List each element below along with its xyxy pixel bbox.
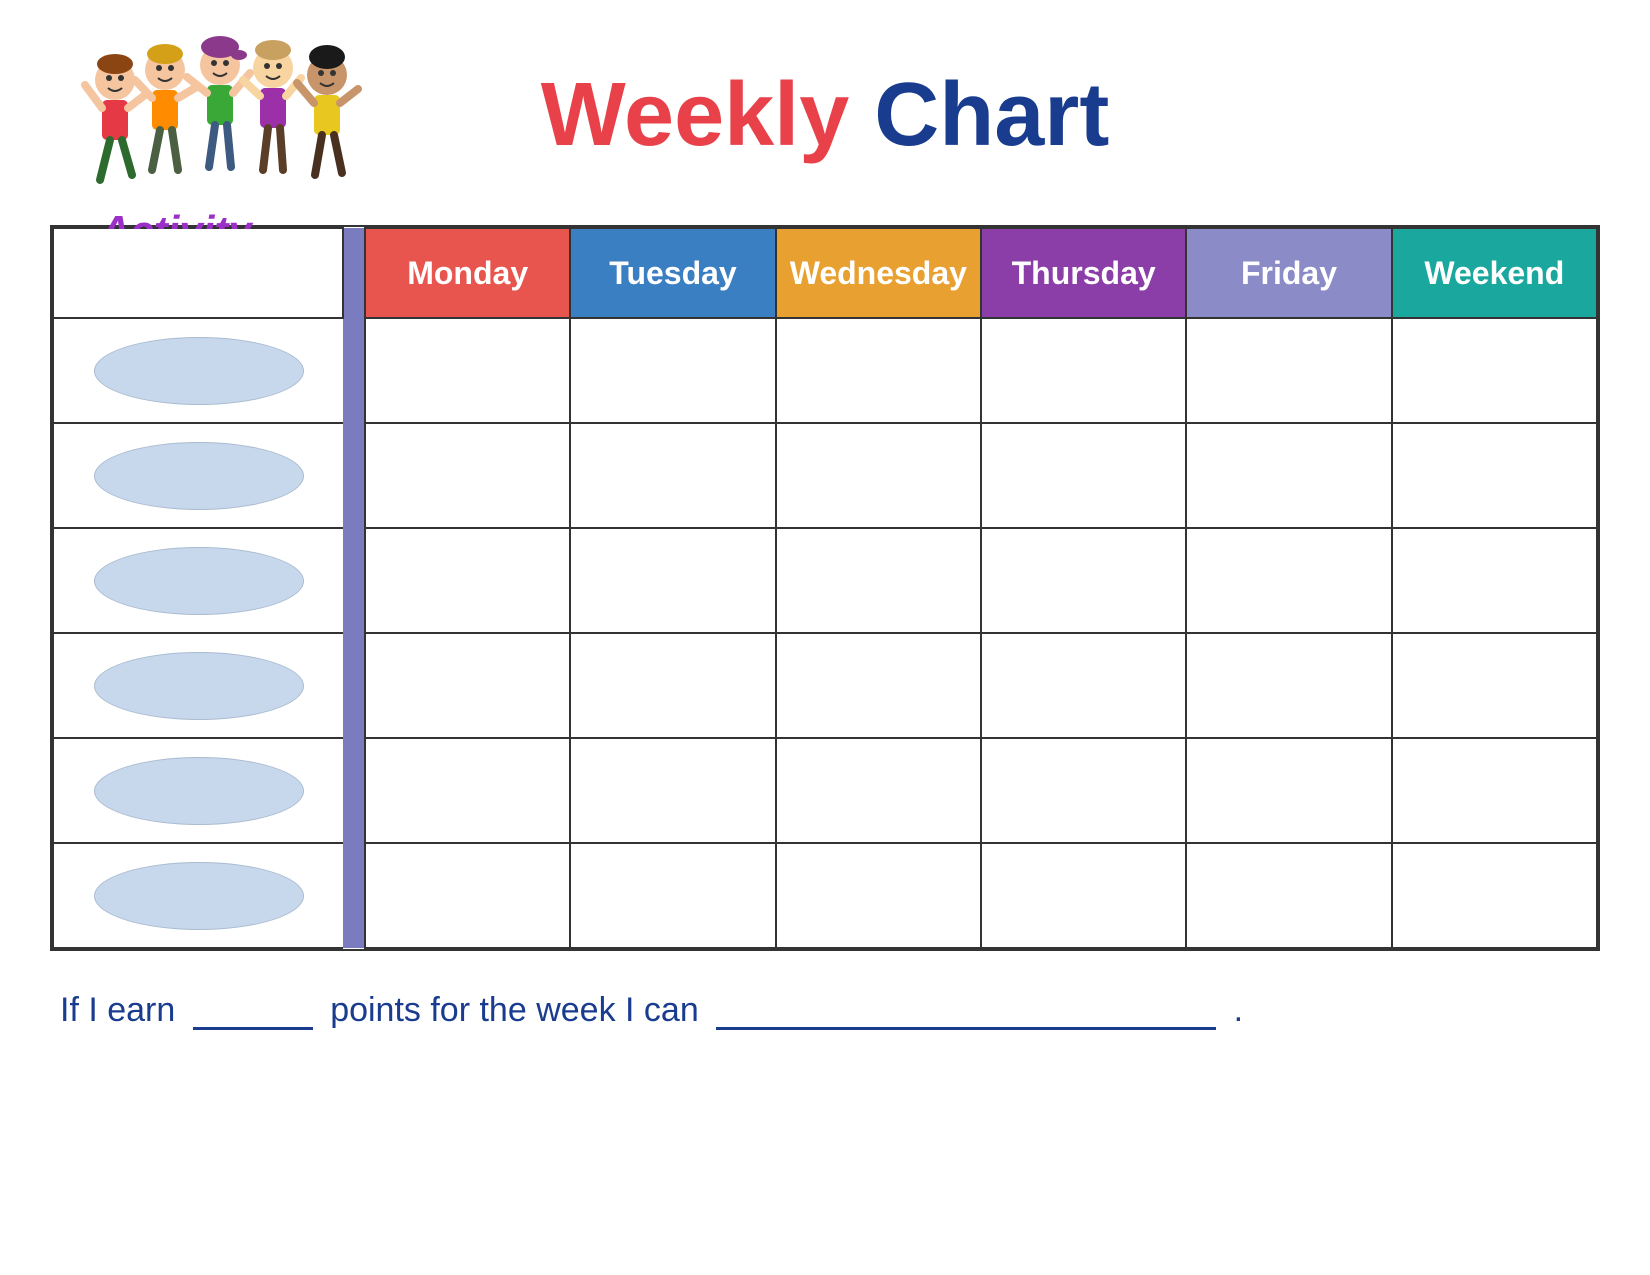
col-divider-header bbox=[343, 228, 365, 318]
monday-cell-1 bbox=[365, 318, 570, 423]
thursday-cell-3 bbox=[981, 528, 1186, 633]
col-activity-header bbox=[53, 228, 343, 318]
header-row: Monday Tuesday Wednesday Thursday Friday… bbox=[53, 228, 1597, 318]
divider-cell-5 bbox=[343, 738, 365, 843]
activity-cell-2 bbox=[53, 423, 343, 528]
friday-cell-5 bbox=[1186, 738, 1391, 843]
weekend-cell-1 bbox=[1392, 318, 1597, 423]
friday-cell-2 bbox=[1186, 423, 1391, 528]
divider-cell-4 bbox=[343, 633, 365, 738]
reward-blank[interactable] bbox=[716, 1027, 1216, 1030]
monday-cell-3 bbox=[365, 528, 570, 633]
page: Weekly Chart Activity Monday Tuesday Wed… bbox=[0, 0, 1650, 1275]
col-wednesday-header: Wednesday bbox=[776, 228, 981, 318]
divider-cell-1 bbox=[343, 318, 365, 423]
wednesday-cell-4 bbox=[776, 633, 981, 738]
title-chart: Chart bbox=[874, 65, 1109, 165]
table-row bbox=[53, 423, 1597, 528]
thursday-cell-5 bbox=[981, 738, 1186, 843]
table-row bbox=[53, 318, 1597, 423]
weekend-cell-3 bbox=[1392, 528, 1597, 633]
divider-cell-3 bbox=[343, 528, 365, 633]
bottom-text: If I earn points for the week I can . bbox=[50, 991, 1600, 1030]
tuesday-cell-3 bbox=[570, 528, 775, 633]
col-tuesday-header: Tuesday bbox=[570, 228, 775, 318]
monday-cell-2 bbox=[365, 423, 570, 528]
col-monday-header: Monday bbox=[365, 228, 570, 318]
bottom-text-period: . bbox=[1234, 991, 1243, 1029]
friday-cell-3 bbox=[1186, 528, 1391, 633]
tuesday-cell-4 bbox=[570, 633, 775, 738]
monday-cell-5 bbox=[365, 738, 570, 843]
table-row bbox=[53, 843, 1597, 948]
wednesday-cell-5 bbox=[776, 738, 981, 843]
activity-cell-4 bbox=[53, 633, 343, 738]
monday-cell-6 bbox=[365, 843, 570, 948]
col-friday-header: Friday bbox=[1186, 228, 1391, 318]
points-blank[interactable] bbox=[193, 1027, 313, 1030]
table-row bbox=[53, 738, 1597, 843]
chart-table: Monday Tuesday Wednesday Thursday Friday… bbox=[52, 227, 1598, 949]
activity-oval-4 bbox=[94, 652, 304, 720]
thursday-cell-6 bbox=[981, 843, 1186, 948]
bottom-text-part1: If I earn bbox=[60, 991, 175, 1029]
weekly-chart: Monday Tuesday Wednesday Thursday Friday… bbox=[50, 225, 1600, 951]
friday-cell-1 bbox=[1186, 318, 1391, 423]
thursday-cell-4 bbox=[981, 633, 1186, 738]
activity-oval-5 bbox=[94, 757, 304, 825]
table-row bbox=[53, 528, 1597, 633]
tuesday-cell-6 bbox=[570, 843, 775, 948]
activity-oval-2 bbox=[94, 442, 304, 510]
tuesday-cell-2 bbox=[570, 423, 775, 528]
wednesday-cell-3 bbox=[776, 528, 981, 633]
tuesday-cell-1 bbox=[570, 318, 775, 423]
activity-oval-3 bbox=[94, 547, 304, 615]
activity-cell-3 bbox=[53, 528, 343, 633]
header: Weekly Chart bbox=[50, 30, 1600, 160]
wednesday-cell-6 bbox=[776, 843, 981, 948]
weekend-cell-2 bbox=[1392, 423, 1597, 528]
activity-cell-1 bbox=[53, 318, 343, 423]
thursday-cell-2 bbox=[981, 423, 1186, 528]
tuesday-cell-5 bbox=[570, 738, 775, 843]
wednesday-cell-1 bbox=[776, 318, 981, 423]
wednesday-cell-2 bbox=[776, 423, 981, 528]
thursday-cell-1 bbox=[981, 318, 1186, 423]
col-weekend-header: Weekend bbox=[1392, 228, 1597, 318]
bottom-text-part2: points for the week I can bbox=[330, 991, 699, 1029]
activity-oval-6 bbox=[94, 862, 304, 930]
title-weekly: Weekly bbox=[541, 65, 850, 165]
page-title: Weekly Chart bbox=[541, 70, 1110, 160]
activity-oval-1 bbox=[94, 337, 304, 405]
friday-cell-6 bbox=[1186, 843, 1391, 948]
weekend-cell-6 bbox=[1392, 843, 1597, 948]
weekend-cell-4 bbox=[1392, 633, 1597, 738]
friday-cell-4 bbox=[1186, 633, 1391, 738]
activity-cell-5 bbox=[53, 738, 343, 843]
divider-cell-2 bbox=[343, 423, 365, 528]
activity-cell-6 bbox=[53, 843, 343, 948]
divider-cell-6 bbox=[343, 843, 365, 948]
weekend-cell-5 bbox=[1392, 738, 1597, 843]
col-thursday-header: Thursday bbox=[981, 228, 1186, 318]
monday-cell-4 bbox=[365, 633, 570, 738]
table-row bbox=[53, 633, 1597, 738]
